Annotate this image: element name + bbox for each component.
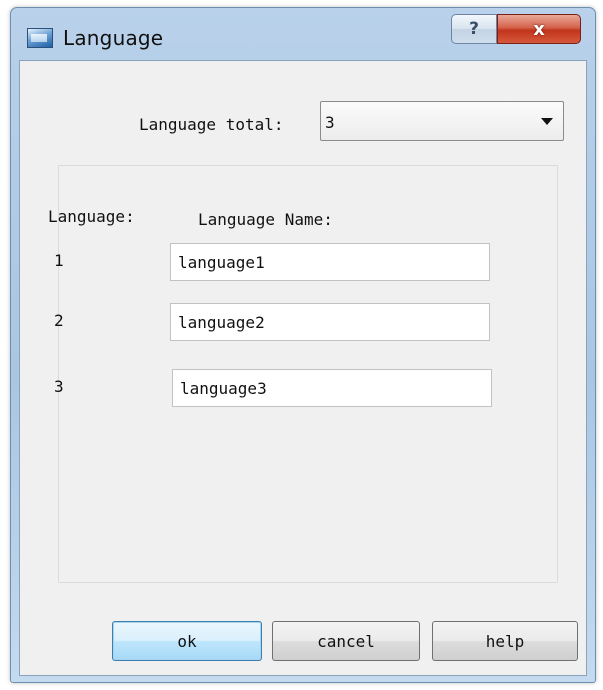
language-name-field-3[interactable]: language3 xyxy=(172,369,492,407)
window-title: Language xyxy=(63,26,164,50)
cancel-button[interactable]: cancel xyxy=(272,621,420,661)
language-name-field-1[interactable]: language1 xyxy=(170,243,490,281)
language-index-1: 1 xyxy=(54,251,64,270)
help-button[interactable]: help xyxy=(432,621,578,661)
language-total-dropdown[interactable]: 3 xyxy=(320,101,564,141)
language-index-3: 3 xyxy=(54,377,64,396)
language-total-value: 3 xyxy=(325,113,335,132)
language-name-field-2[interactable]: language2 xyxy=(170,303,490,341)
language-total-label: Language total: xyxy=(139,115,284,134)
close-button[interactable]: x xyxy=(497,14,581,44)
chevron-down-icon[interactable] xyxy=(541,118,553,125)
title-bar[interactable]: Language ? x xyxy=(11,8,595,60)
language-dialog: Language ? x Language total: 3 Language:… xyxy=(10,7,596,683)
title-help-button[interactable]: ? xyxy=(451,14,497,44)
window-app-icon xyxy=(27,28,53,48)
language-column-header: Language: xyxy=(48,207,135,226)
language-index-2: 2 xyxy=(54,311,64,330)
dialog-content: Language total: 3 Language: Language Nam… xyxy=(19,60,587,676)
language-name-column-header: Language Name: xyxy=(198,210,333,229)
ok-button[interactable]: ok xyxy=(112,621,262,661)
